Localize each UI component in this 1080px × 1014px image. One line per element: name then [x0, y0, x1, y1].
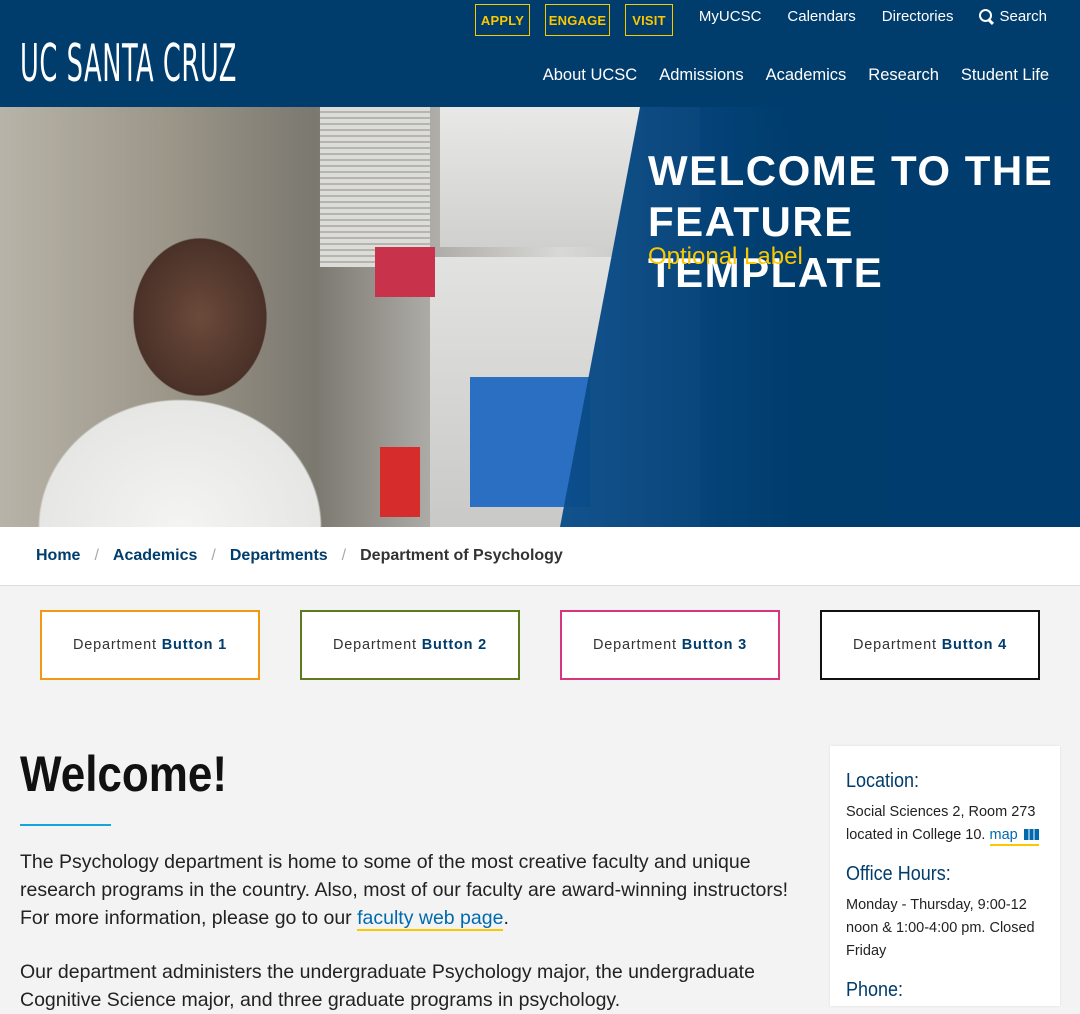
hours-heading: Office Hours:	[846, 863, 951, 885]
hours-block: Office Hours: Monday - Thursday, 9:00-12…	[846, 863, 1044, 963]
nav-academics[interactable]: Academics	[766, 66, 847, 85]
faculty-web-page-link[interactable]: faculty web page	[357, 907, 504, 931]
nav-research[interactable]: Research	[868, 66, 939, 85]
department-buttons: Department Button 1 Department Button 2 …	[40, 610, 1040, 680]
second-paragraph: Our department administers the undergrad…	[20, 961, 755, 1011]
breadcrumb-home[interactable]: Home	[36, 547, 80, 565]
site-header: UC SANTA CRUZ APPLY ENGAGE VISIT MyUCSC …	[0, 0, 1080, 107]
phone-heading: Phone:	[846, 979, 904, 1001]
dept-btn-prefix: Department	[73, 637, 157, 653]
dept-btn-strong: Button 2	[421, 637, 487, 653]
breadcrumb-separator: /	[211, 547, 216, 564]
contact-sidebar: Location: Social Sciences 2, Room 273 lo…	[830, 746, 1060, 1006]
dept-btn-strong: Button 1	[161, 637, 227, 653]
department-button-4[interactable]: Department Button 4	[820, 610, 1040, 680]
hero-title: WELCOME TO THE FEATURE TEMPLATE	[648, 147, 1054, 296]
calendars-link[interactable]: Calendars	[787, 8, 855, 25]
hero-cabinet	[440, 107, 640, 247]
page-title: Welcome!	[20, 746, 228, 802]
nav-about[interactable]: About UCSC	[543, 66, 637, 85]
myucsc-link[interactable]: MyUCSC	[699, 8, 762, 25]
nav-student-life[interactable]: Student Life	[961, 66, 1049, 85]
dept-btn-prefix: Department	[593, 637, 677, 653]
department-button-1[interactable]: Department Button 1	[40, 610, 260, 680]
hero-window	[320, 107, 430, 267]
breadcrumb-separator: /	[94, 547, 99, 564]
cta-row: APPLY ENGAGE VISIT	[475, 4, 673, 36]
department-button-2[interactable]: Department Button 2	[300, 610, 520, 680]
search-icon	[979, 9, 994, 24]
nav-admissions[interactable]: Admissions	[659, 66, 743, 85]
department-button-3[interactable]: Department Button 3	[560, 610, 780, 680]
breadcrumb: Home / Academics / Departments / Departm…	[0, 527, 1080, 586]
breadcrumb-academics[interactable]: Academics	[113, 547, 198, 565]
intro-text-end: .	[503, 907, 509, 929]
search-link[interactable]: Search	[979, 8, 1047, 25]
dept-btn-prefix: Department	[853, 637, 937, 653]
map-icon	[1023, 829, 1039, 840]
breadcrumb-current: Department of Psychology	[360, 547, 563, 564]
directories-link[interactable]: Directories	[882, 8, 954, 25]
breadcrumb-departments[interactable]: Departments	[230, 547, 328, 565]
title-underline	[20, 824, 111, 826]
dept-btn-prefix: Department	[333, 637, 417, 653]
location-block: Location: Social Sciences 2, Room 273 lo…	[846, 770, 1044, 847]
utility-nav: MyUCSC Calendars Directories Search	[699, 8, 1047, 25]
logo-text: UC SANTA CRUZ	[20, 34, 237, 94]
search-label: Search	[999, 8, 1047, 25]
hero-red-box	[375, 247, 435, 297]
main-nav: About UCSC Admissions Academics Research…	[543, 66, 1049, 85]
ucsc-logo[interactable]: UC SANTA CRUZ	[20, 38, 236, 90]
apply-button[interactable]: APPLY	[475, 4, 530, 36]
hours-text: Monday - Thursday, 9:00-12 noon & 1:00-4…	[846, 897, 1035, 959]
map-link[interactable]: map	[989, 827, 1039, 846]
dept-btn-strong: Button 3	[681, 637, 747, 653]
breadcrumb-separator: /	[341, 547, 347, 564]
map-link-label: map	[989, 827, 1018, 843]
location-heading: Location:	[846, 770, 920, 792]
visit-button[interactable]: VISIT	[625, 4, 673, 36]
hero-subtitle: Optional Label	[648, 243, 803, 270]
intro-paragraph: The Psychology department is home to som…	[20, 848, 790, 932]
location-text: Social Sciences 2, Room 273 located in C…	[846, 801, 1044, 847]
engage-button[interactable]: ENGAGE	[545, 4, 610, 36]
hero-red-tubes	[380, 447, 420, 517]
dept-btn-strong: Button 4	[941, 637, 1007, 653]
